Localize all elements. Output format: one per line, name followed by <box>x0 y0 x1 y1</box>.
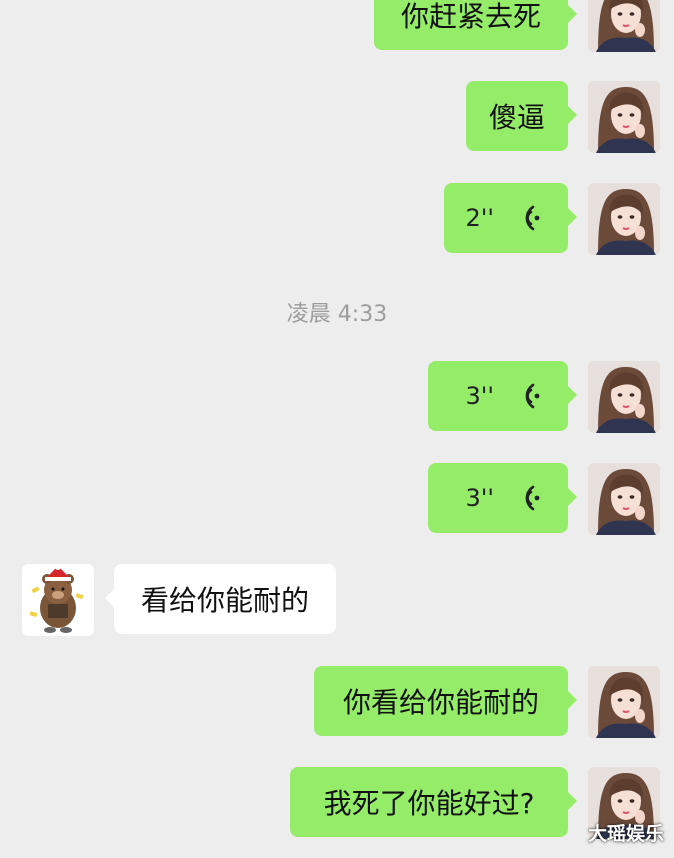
self-avatar[interactable] <box>588 463 660 535</box>
voice-wave-icon <box>516 483 542 513</box>
voice-duration: 3'' <box>465 382 494 410</box>
message-text: 你赶紧去死 <box>400 0 541 33</box>
self-avatar[interactable] <box>588 0 660 52</box>
girl-avatar-icon <box>588 361 660 433</box>
message-bubble[interactable]: 你赶紧去死 <box>374 0 577 50</box>
message-bubble[interactable]: 傻逼 <box>466 81 577 151</box>
girl-avatar-icon <box>588 81 660 153</box>
self-avatar[interactable] <box>588 361 660 433</box>
voice-wave-icon <box>516 381 542 411</box>
voice-wave-icon <box>516 203 542 233</box>
girl-avatar-icon <box>588 183 660 255</box>
voice-duration: 2'' <box>465 204 494 232</box>
message-bubble[interactable]: 你看给你能耐的 <box>314 666 577 736</box>
message-text: 你看给你能耐的 <box>342 686 539 719</box>
message-text: 看给你能耐的 <box>140 584 309 617</box>
chat-timestamp: 凌晨 4:33 <box>286 302 388 327</box>
voice-duration: 3'' <box>465 484 494 512</box>
voice-message-bubble[interactable]: 2'' <box>444 183 577 253</box>
voice-message-bubble[interactable]: 3'' <box>428 361 577 431</box>
self-avatar[interactable] <box>588 666 660 738</box>
contact-avatar[interactable] <box>22 564 94 636</box>
girl-avatar-icon <box>588 666 660 738</box>
self-avatar[interactable] <box>588 81 660 153</box>
bear-avatar-icon <box>22 564 94 636</box>
message-bubble[interactable]: 我死了你能好过? <box>290 767 577 837</box>
message-text: 傻逼 <box>488 101 545 134</box>
girl-avatar-icon <box>588 0 660 52</box>
girl-avatar-icon <box>588 463 660 535</box>
self-avatar[interactable] <box>588 183 660 255</box>
watermark-text: 大瑶娱乐 <box>587 823 664 845</box>
message-text: 我死了你能好过? <box>323 787 535 820</box>
message-bubble[interactable]: 看给你能耐的 <box>105 564 336 634</box>
voice-message-bubble[interactable]: 3'' <box>428 463 577 533</box>
